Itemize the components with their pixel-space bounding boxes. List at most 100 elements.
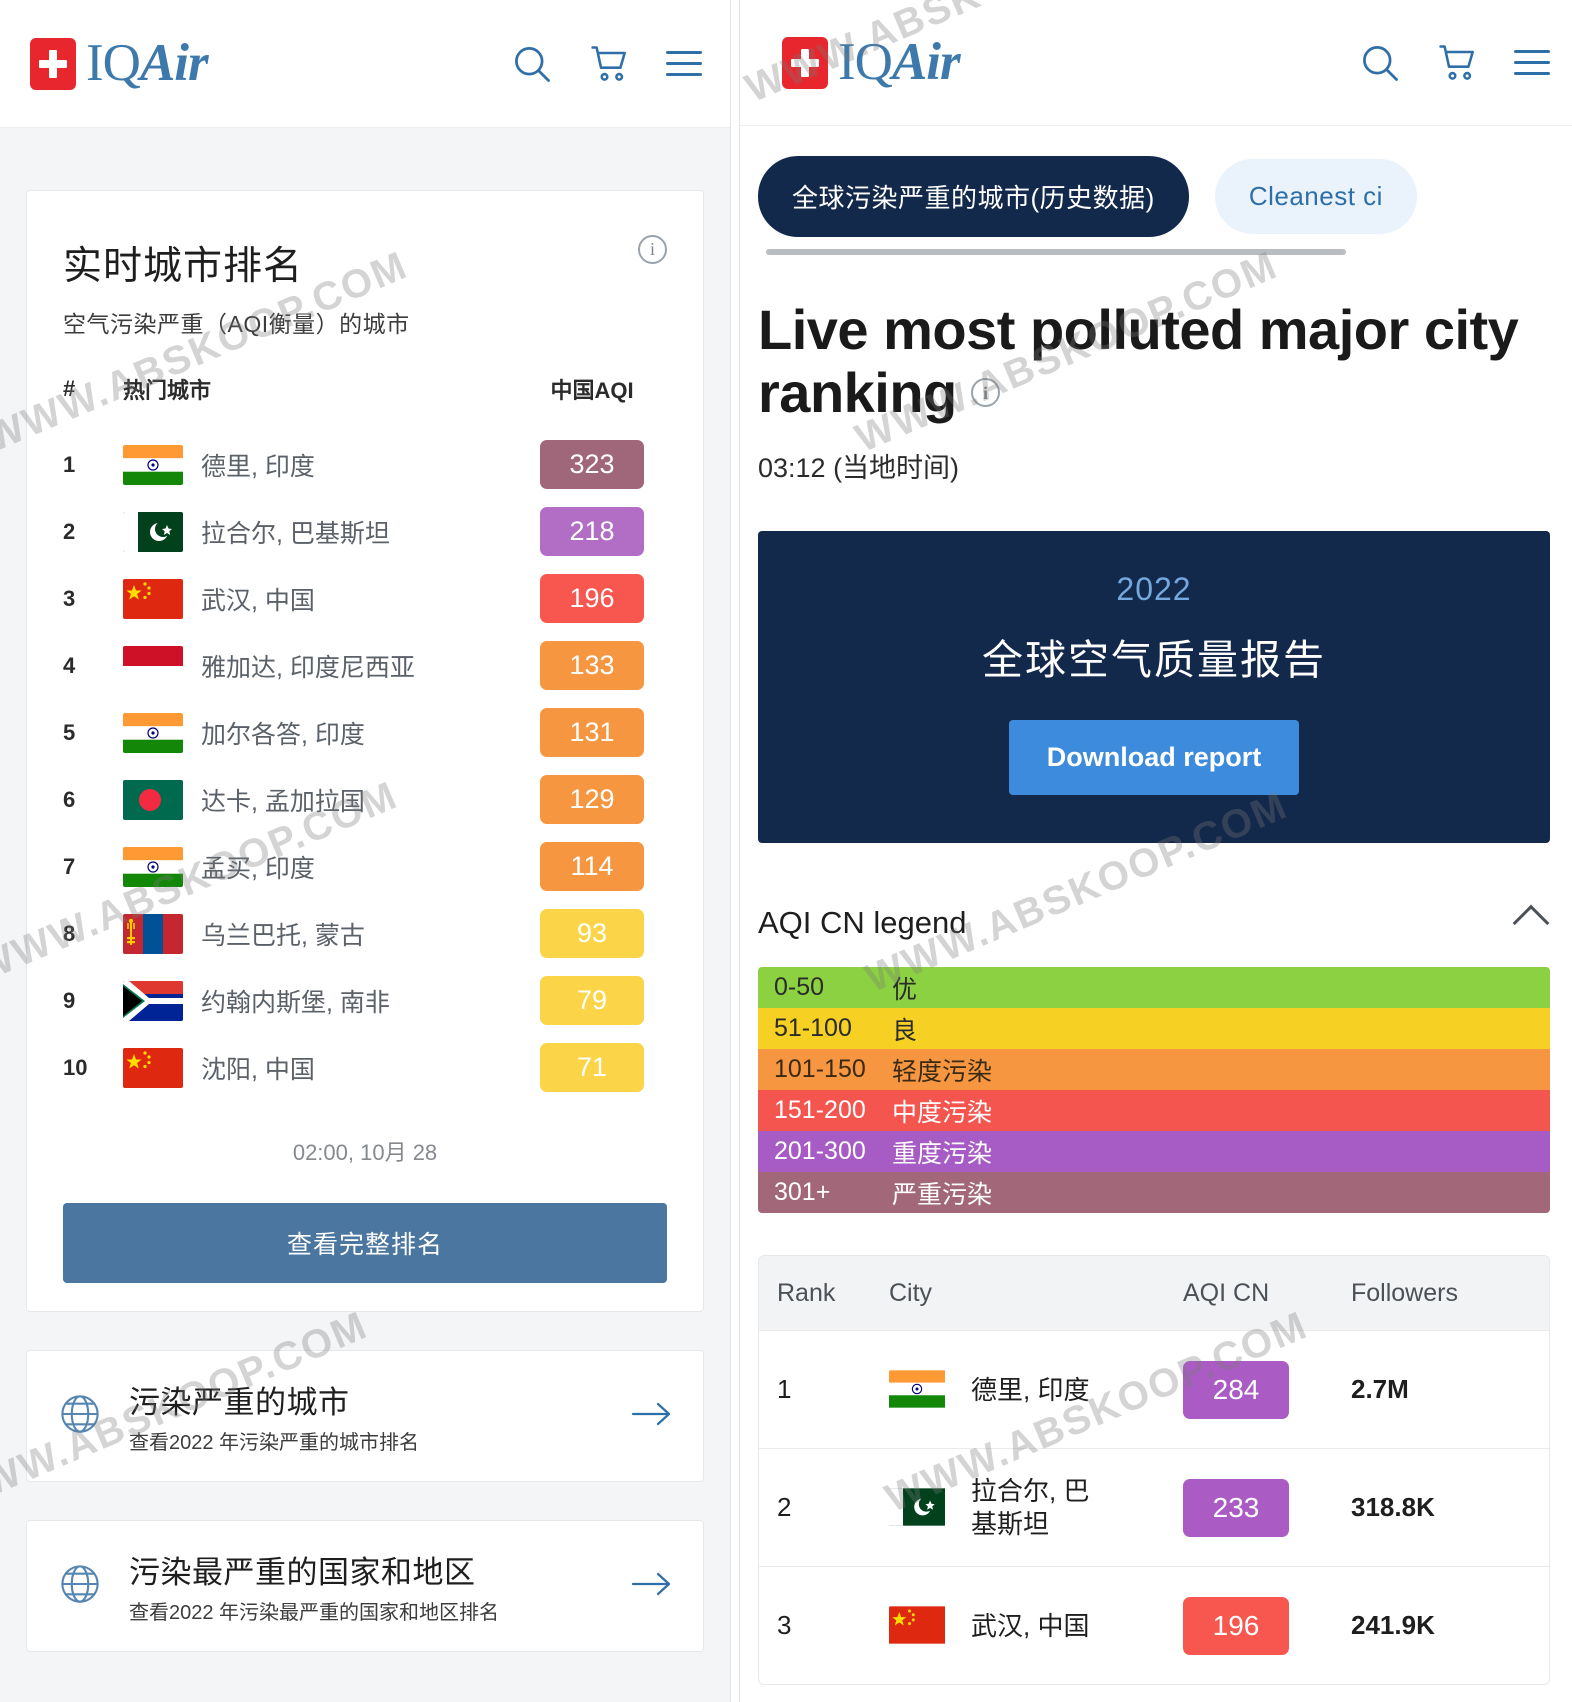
table-row[interactable]: 3 武汉, 中国 196 241.9K bbox=[759, 1566, 1549, 1684]
row-aqi: 233 bbox=[1183, 1478, 1351, 1537]
link-card[interactable]: 污染严重的城市 查看2022 年污染严重的城市排名 bbox=[26, 1350, 704, 1482]
ranking-card-header: 实时城市排名 空气污染严重（AQI衡量）的城市 i bbox=[63, 235, 667, 339]
row-rank: 5 bbox=[63, 719, 76, 745]
table-row[interactable]: 7 孟买, 印度 114 bbox=[63, 833, 667, 900]
hamburger-menu-icon[interactable] bbox=[666, 51, 702, 76]
aqi-legend-header[interactable]: AQI CN legend bbox=[758, 905, 1550, 942]
cart-icon[interactable] bbox=[588, 42, 632, 86]
search-icon[interactable] bbox=[1358, 41, 1402, 85]
polluted-city-table: Rank City AQI CN Followers 1 德里, 印度 284 2.7… bbox=[758, 1255, 1550, 1686]
row-aqi: 131 bbox=[517, 699, 667, 766]
row-followers: 2.7M bbox=[1351, 1374, 1409, 1405]
table-row[interactable]: 2 拉合尔, 巴基斯坦 233 318.8K bbox=[759, 1448, 1549, 1566]
chevron-up-icon[interactable] bbox=[1512, 905, 1550, 942]
legend-range: 151-200 bbox=[774, 1096, 866, 1125]
row-rank: 2 bbox=[777, 1492, 792, 1523]
report-title: 全球空气质量报告 bbox=[982, 637, 1326, 684]
legend-row: 201-300 重度污染 bbox=[758, 1131, 1550, 1173]
country-flag-icon bbox=[123, 431, 201, 498]
row-rank: 1 bbox=[63, 451, 76, 477]
ranking-timestamp: 02:00, 10月 28 bbox=[292, 1140, 438, 1165]
legend-row: 101-150 轻度污染 bbox=[758, 1049, 1550, 1091]
row-city: 拉合尔, 巴基斯坦 bbox=[889, 1475, 1183, 1540]
table-row[interactable]: 9 约翰内斯堡, 南非 79 bbox=[63, 967, 667, 1034]
legend-row: 151-200 中度污染 bbox=[758, 1090, 1550, 1132]
table-row[interactable]: 4 雅加达, 印度尼西亚 133 bbox=[63, 632, 667, 699]
row-aqi: 114 bbox=[517, 833, 667, 900]
link-card[interactable]: 污染最严重的国家和地区 查看2022 年污染最严重的国家和地区排名 bbox=[26, 1520, 704, 1652]
row-rank: 7 bbox=[63, 853, 76, 879]
row-city-name: 德里, 印度 bbox=[971, 1374, 1090, 1405]
row-aqi: 71 bbox=[517, 1034, 667, 1101]
table-row[interactable]: 3 武汉, 中国 196 bbox=[63, 565, 667, 632]
right-mobile-panel: IQAir 全球污染严重的城市(历史数据) Cleanest ci Live mo… bbox=[740, 0, 1572, 1702]
row-aqi: 79 bbox=[517, 967, 667, 1034]
download-report-button[interactable]: Download report bbox=[1008, 720, 1300, 796]
row-aqi: 133 bbox=[517, 632, 667, 699]
country-flag-icon bbox=[123, 833, 201, 900]
screenshot-root: IQAir 实时城市排名 空气污染严重（AQI衡量）的城市 i # 热门城市 中… bbox=[0, 0, 1572, 1702]
tab-1[interactable]: 全球污染严重的城市(历史数据) bbox=[758, 156, 1189, 237]
hamburger-menu-icon[interactable] bbox=[1514, 50, 1550, 75]
row-city: 武汉, 中国 bbox=[889, 1606, 1183, 1646]
table-row[interactable]: 2 拉合尔, 巴基斯坦 218 bbox=[63, 498, 667, 565]
info-icon[interactable]: i bbox=[638, 235, 667, 264]
logo-wordmark: IQAir bbox=[86, 37, 209, 90]
left-header: IQAir bbox=[0, 0, 730, 128]
row-followers: 318.8K bbox=[1351, 1492, 1435, 1523]
logo-iq-text: IQ bbox=[838, 33, 893, 91]
tabs-scrollbar[interactable] bbox=[766, 249, 1346, 255]
country-flag-icon bbox=[123, 565, 201, 632]
ranking-heading: Live most polluted major city ranking i bbox=[758, 298, 1550, 424]
table-row[interactable]: 1 德里, 印度 323 bbox=[63, 431, 667, 498]
info-icon[interactable]: i bbox=[970, 378, 1000, 408]
iqair-logo[interactable]: IQAir bbox=[782, 33, 961, 91]
column-header-followers: Followers bbox=[1351, 1278, 1458, 1307]
logo-air-text: Air bbox=[891, 33, 961, 91]
legend-label: 优 bbox=[892, 975, 918, 1004]
row-city-name: 武汉, 中国 bbox=[971, 1610, 1090, 1641]
country-flag-icon bbox=[123, 766, 201, 833]
left-mobile-panel: IQAir 实时城市排名 空气污染严重（AQI衡量）的城市 i # 热门城市 中… bbox=[0, 0, 730, 1702]
legend-range: 201-300 bbox=[774, 1137, 866, 1166]
country-flag-icon bbox=[123, 498, 201, 565]
table-row[interactable]: 10 沈阳, 中国 71 bbox=[63, 1034, 667, 1101]
right-header: IQAir bbox=[740, 0, 1572, 126]
logo-wordmark: IQAir bbox=[838, 33, 961, 91]
table-row[interactable]: 5 加尔各答, 印度 131 bbox=[63, 699, 667, 766]
legend-row: 51-100 良 bbox=[758, 1008, 1550, 1050]
iqair-logo[interactable]: IQAir bbox=[30, 37, 209, 90]
country-flag-icon bbox=[123, 699, 201, 766]
tab-2[interactable]: Cleanest ci bbox=[1214, 159, 1417, 234]
row-rank: 2 bbox=[63, 518, 76, 544]
country-flag-icon bbox=[123, 900, 201, 967]
link-card-title: 污染最严重的国家和地区 bbox=[129, 1555, 476, 1590]
country-flag-icon bbox=[889, 1370, 949, 1410]
ranking-heading-text: Live most polluted major city ranking bbox=[758, 298, 1519, 424]
row-rank: 1 bbox=[777, 1374, 792, 1405]
link-card-subtitle: 查看2022 年污染严重的城市排名 bbox=[129, 1432, 420, 1454]
country-flag-icon bbox=[123, 1034, 201, 1101]
swiss-cross-icon bbox=[782, 36, 828, 89]
view-full-ranking-button[interactable]: 查看完整排名 bbox=[63, 1203, 667, 1283]
row-rank: 3 bbox=[63, 585, 76, 611]
live-city-ranking-card: 实时城市排名 空气污染严重（AQI衡量）的城市 i # 热门城市 中国AQI 1… bbox=[26, 190, 704, 1312]
arrow-right-icon[interactable] bbox=[631, 1400, 673, 1433]
polluted-table-header: Rank City AQI CN Followers bbox=[759, 1256, 1549, 1331]
search-icon[interactable] bbox=[510, 42, 554, 86]
table-row[interactable]: 8 乌兰巴托, 蒙古 93 bbox=[63, 900, 667, 967]
row-city: 拉合尔, 巴基斯坦 bbox=[201, 519, 390, 548]
row-rank: 9 bbox=[63, 987, 76, 1013]
left-content: 实时城市排名 空气污染严重（AQI衡量）的城市 i # 热门城市 中国AQI 1… bbox=[0, 190, 730, 1652]
ranking-table-header: # 热门城市 中国AQI bbox=[63, 373, 667, 431]
table-row[interactable]: 1 德里, 印度 284 2.7M bbox=[759, 1330, 1549, 1448]
legend-label: 良 bbox=[892, 1016, 918, 1045]
legend-label: 重度污染 bbox=[892, 1139, 993, 1168]
column-header-rank: # bbox=[63, 376, 76, 401]
cart-icon[interactable] bbox=[1436, 41, 1480, 85]
arrow-right-icon[interactable] bbox=[631, 1570, 673, 1603]
local-time: 03:12 (当地时间) bbox=[758, 453, 960, 484]
globe-icon bbox=[57, 1391, 103, 1442]
row-aqi: 196 bbox=[1183, 1596, 1351, 1655]
table-row[interactable]: 6 达卡, 孟加拉国 129 bbox=[63, 766, 667, 833]
